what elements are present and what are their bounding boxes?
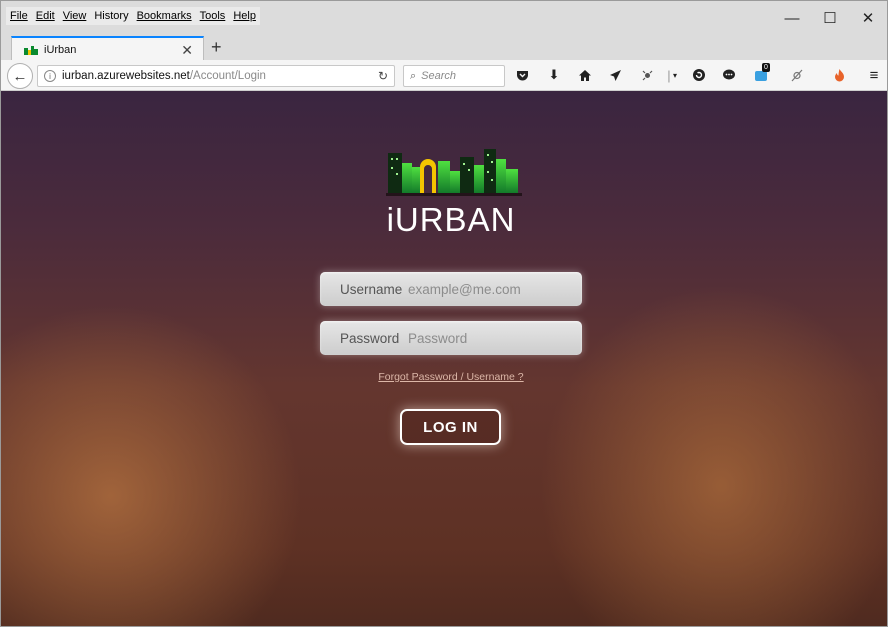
- window-controls: — ☐ ✕: [773, 1, 887, 35]
- extension-sparkle-icon[interactable]: [639, 67, 655, 83]
- notifications-icon[interactable]: 0: [753, 63, 770, 83]
- menu-tools[interactable]: Tools: [200, 10, 226, 22]
- password-field: Password: [320, 321, 582, 355]
- hamburger-menu-icon[interactable]: ≡: [866, 67, 882, 84]
- fire-extension-icon[interactable]: [831, 67, 847, 83]
- iurban-skyline-logo: [386, 149, 522, 196]
- tab-close-icon[interactable]: ✕: [181, 42, 193, 59]
- tab-title: iUrban: [44, 43, 77, 56]
- brand-wordmark: iURBAN: [386, 201, 516, 238]
- send-tab-icon[interactable]: [607, 67, 623, 83]
- chat-icon[interactable]: [721, 67, 737, 83]
- password-label: Password: [340, 330, 400, 346]
- back-button[interactable]: ←: [7, 63, 33, 89]
- notification-badge: 0: [762, 63, 770, 72]
- search-placeholder: Search: [421, 70, 457, 82]
- menu-view[interactable]: View: [63, 10, 87, 22]
- password-input[interactable]: [408, 330, 568, 346]
- url-bar[interactable]: i iurban.azurewebsites.net/Account/Login…: [37, 65, 395, 87]
- login-button[interactable]: LOG IN: [400, 409, 501, 445]
- nav-toolbar: ← i iurban.azurewebsites.net/Account/Log…: [1, 60, 887, 91]
- pocket-icon[interactable]: [514, 67, 530, 83]
- login-page: iURBAN Username Password Forgot Password…: [1, 91, 887, 626]
- new-tab-button[interactable]: +: [211, 37, 222, 58]
- forgot-password-link[interactable]: Forgot Password / Username ?: [351, 371, 551, 383]
- reload-icon[interactable]: ↻: [378, 69, 388, 83]
- browser-window: File Edit View History Bookmarks Tools H…: [0, 0, 888, 627]
- site-info-icon[interactable]: i: [44, 70, 56, 82]
- chevron-down-icon[interactable]: ▾: [667, 67, 683, 83]
- iurban-favicon-icon: [24, 45, 38, 55]
- back-arrow-icon: ←: [12, 67, 28, 85]
- sync-circle-icon[interactable]: [691, 67, 707, 83]
- menu-help[interactable]: Help: [233, 10, 256, 22]
- close-window-button[interactable]: ✕: [849, 1, 887, 35]
- download-icon[interactable]: ⬇: [546, 67, 562, 83]
- url-host: iurban.azurewebsites.net: [62, 70, 190, 82]
- username-field: Username: [320, 272, 582, 306]
- username-label: Username: [340, 281, 403, 297]
- menu-edit[interactable]: Edit: [36, 10, 55, 22]
- title-bar: File Edit View History Bookmarks Tools H…: [1, 1, 887, 35]
- menu-bar: File Edit View History Bookmarks Tools H…: [6, 7, 260, 25]
- url-path: /Account/Login: [189, 70, 266, 82]
- tab-iurban[interactable]: iUrban ✕: [11, 36, 204, 61]
- maximize-button[interactable]: ☐: [811, 1, 849, 35]
- home-icon[interactable]: [577, 67, 593, 83]
- menu-bookmarks[interactable]: Bookmarks: [137, 10, 192, 22]
- tab-strip: iUrban ✕ +: [1, 35, 887, 61]
- minimize-button[interactable]: —: [773, 1, 811, 35]
- search-icon: ⌕: [410, 69, 417, 82]
- menu-history[interactable]: History: [94, 10, 128, 22]
- tracking-off-icon[interactable]: [789, 67, 805, 83]
- search-box[interactable]: ⌕ Search: [403, 65, 505, 87]
- username-input[interactable]: [408, 281, 568, 297]
- menu-file[interactable]: File: [10, 10, 28, 22]
